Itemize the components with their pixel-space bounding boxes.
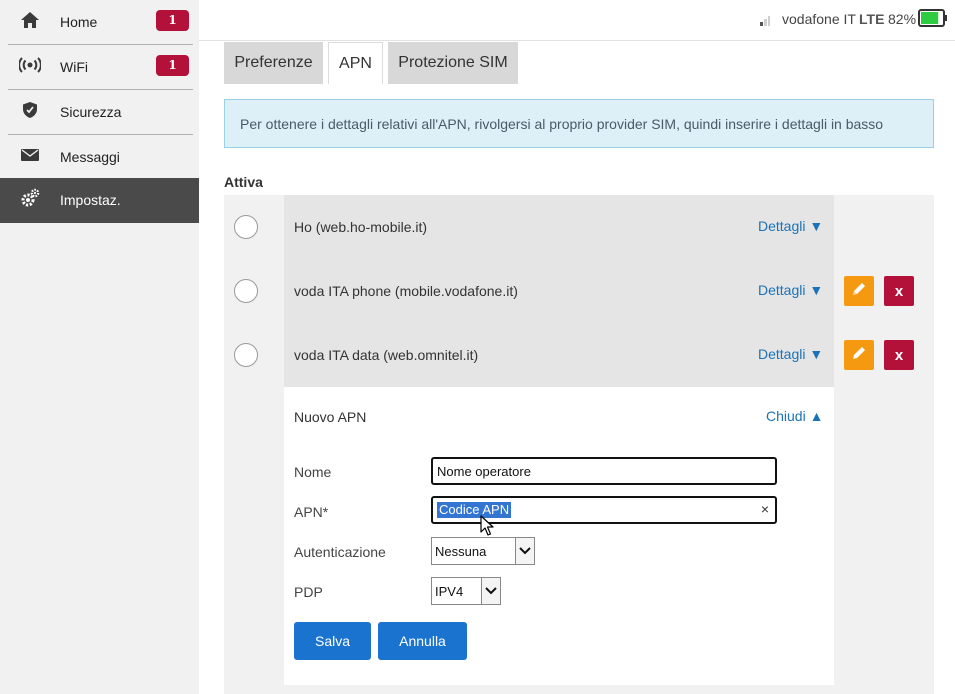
apn-row: voda ITA phone (mobile.vodafone.it) Dett…	[284, 259, 834, 323]
pencil-icon	[851, 281, 867, 302]
network-type: LTE	[859, 11, 885, 27]
auth-select[interactable]: Nessuna	[431, 537, 535, 565]
edit-button[interactable]	[844, 340, 874, 370]
mouse-cursor-icon	[480, 515, 494, 537]
sidebar-item-security[interactable]: Sicurezza	[0, 90, 199, 135]
apn-name: Ho (web.ho-mobile.it)	[294, 219, 428, 235]
signal-strength-icon	[760, 13, 770, 27]
notification-badge: 1	[156, 55, 189, 76]
battery-percentage: 82%	[888, 11, 917, 27]
status-bar: vodafone IT LTE 82%	[199, 0, 955, 41]
sidebar-item-label: Home	[60, 14, 98, 30]
close-icon: x	[894, 282, 904, 300]
details-link[interactable]: Dettagli ▼	[758, 282, 823, 298]
details-link[interactable]: Dettagli ▼	[758, 218, 823, 234]
chevron-down-icon	[481, 578, 500, 604]
sidebar-item-settings[interactable]: Impostaz.	[0, 178, 199, 223]
sidebar-item-messages[interactable]: Messaggi	[0, 135, 199, 180]
edit-button[interactable]	[844, 276, 874, 306]
sidebar-item-wifi[interactable]: WiFi 1	[0, 45, 199, 90]
apn-radio-ho[interactable]	[234, 215, 258, 239]
pdp-label: PDP	[294, 584, 323, 600]
auth-label: Autenticazione	[294, 544, 386, 560]
name-field[interactable]	[431, 457, 777, 485]
apn-name: voda ITA data (web.omnitel.it)	[294, 347, 479, 363]
section-label-active: Attiva	[224, 174, 263, 190]
sidebar: Home 1 WiFi 1 Sicurezza Messaggi Imposta…	[0, 0, 199, 694]
battery-icon	[918, 9, 948, 27]
sidebar-item-label: Messaggi	[60, 149, 120, 165]
apn-row: voda ITA data (web.omnitel.it) Dettagli …	[284, 323, 834, 387]
apn-name: voda ITA phone (mobile.vodafone.it)	[294, 283, 518, 299]
form-title: Nuovo APN	[294, 409, 367, 425]
delete-button[interactable]: x	[884, 276, 914, 306]
sidebar-item-label: Impostaz.	[60, 192, 121, 208]
home-icon	[19, 9, 41, 31]
tab-sim-protection[interactable]: Protezione SIM	[388, 42, 518, 84]
sidebar-item-label: Sicurezza	[60, 104, 122, 120]
tab-preferences[interactable]: Preferenze	[224, 42, 323, 84]
tab-apn[interactable]: APN	[328, 42, 383, 84]
delete-button[interactable]: x	[884, 340, 914, 370]
close-icon: x	[894, 346, 904, 364]
apn-row: Ho (web.ho-mobile.it) Dettagli ▼	[284, 195, 834, 259]
notification-badge: 1	[156, 10, 189, 31]
cancel-button[interactable]: Annulla	[378, 622, 467, 660]
envelope-icon	[19, 144, 41, 166]
auth-select-value: Nessuna	[435, 544, 487, 559]
new-apn-form: Nuovo APN Chiudi ▲ Nome APN* Codice APN …	[284, 387, 834, 685]
shield-icon	[19, 99, 41, 121]
details-link[interactable]: Dettagli ▼	[758, 346, 823, 362]
pdp-select-value: IPV4	[435, 584, 464, 599]
sidebar-item-label: WiFi	[60, 59, 88, 75]
name-label: Nome	[294, 464, 332, 480]
clear-icon[interactable]: ×	[761, 501, 769, 517]
sidebar-item-home[interactable]: Home 1	[0, 0, 199, 45]
apn-label: APN*	[294, 504, 329, 520]
chevron-down-icon	[515, 538, 534, 564]
pdp-select[interactable]: IPV4	[431, 577, 501, 605]
save-button[interactable]: Salva	[294, 622, 371, 660]
close-link[interactable]: Chiudi ▲	[766, 408, 823, 424]
apn-field-value: Codice APN	[437, 502, 512, 518]
apn-radio-voda-data[interactable]	[234, 343, 258, 367]
apn-radio-voda-phone[interactable]	[234, 279, 258, 303]
gears-icon	[19, 187, 41, 209]
pencil-icon	[851, 345, 867, 366]
info-message: Per ottenere i dettagli relativi all'APN…	[224, 99, 934, 148]
wifi-broadcast-icon	[19, 54, 41, 76]
operator-name: vodafone IT	[782, 11, 856, 27]
